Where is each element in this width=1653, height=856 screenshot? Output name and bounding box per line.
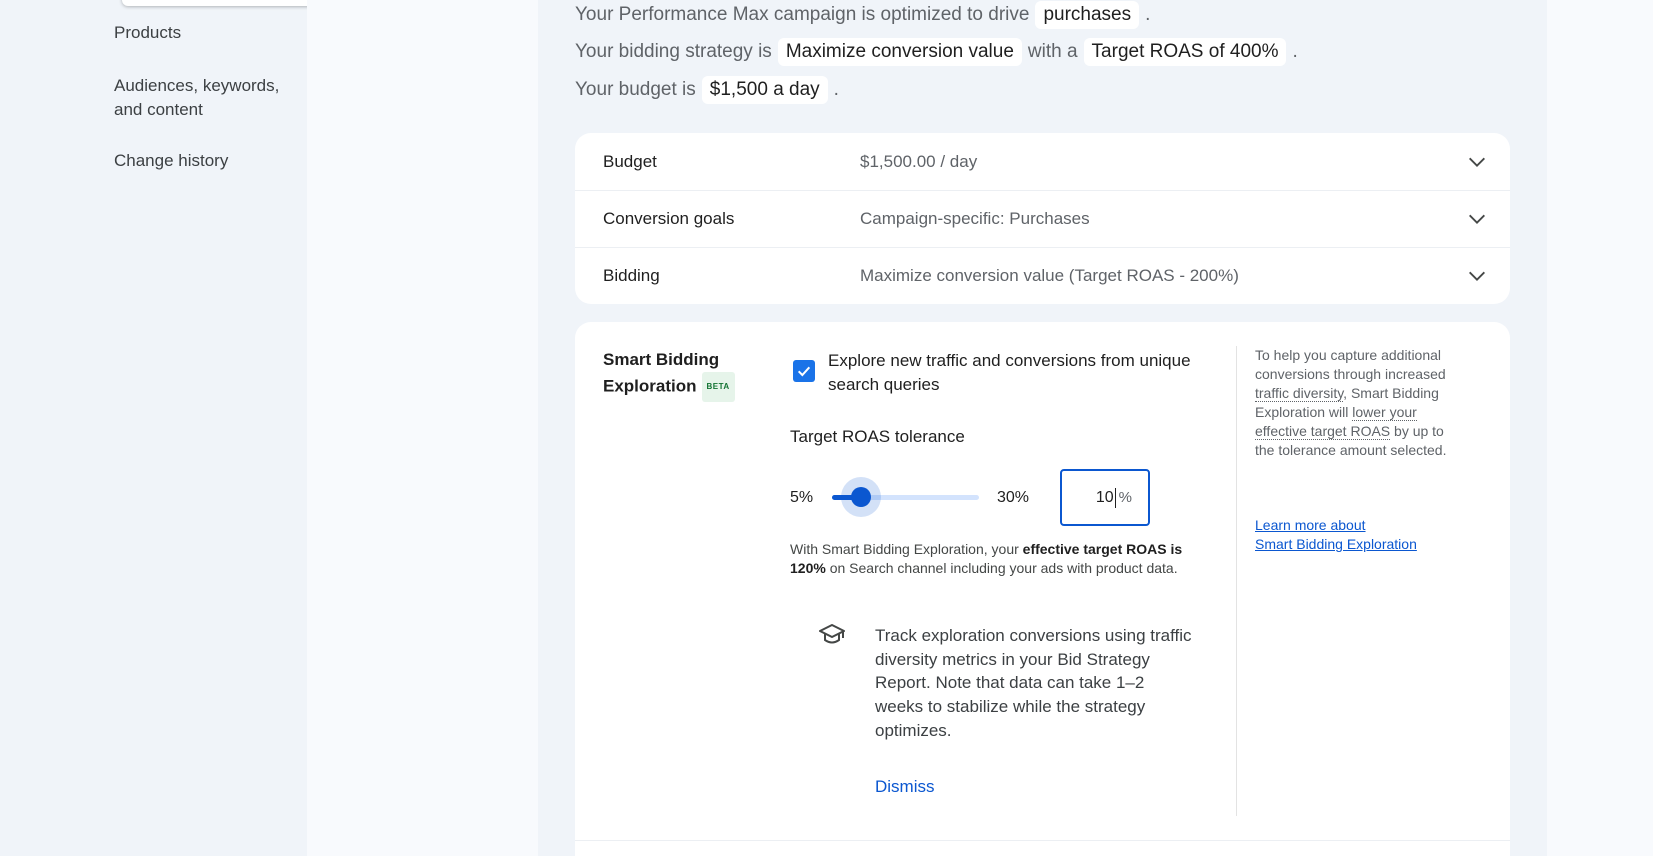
row-value: Campaign-specific: Purchases [860,208,1090,228]
chevron-down-icon[interactable] [1466,151,1488,173]
sbe-title-line1: Smart Bidding [603,350,720,369]
learn-more-line2: Smart Bidding Exploration [1255,536,1417,552]
effective-roas-explanation: With Smart Bidding Exploration, your eff… [790,540,1210,578]
bidding-chip: Maximize conversion value [777,38,1022,66]
summary-period: . [833,79,839,100]
summary-text: with a [1027,41,1078,62]
slider-min-label: 5% [790,489,814,506]
goal-chip: purchases [1035,1,1140,29]
beta-badge: BETA [701,372,735,402]
tolerance-input-value: 10 [1095,488,1114,506]
summary-period: . [1145,4,1151,25]
summary-text: Your bidding strategy is [575,41,772,62]
explain-text: With Smart Bidding Exploration, your [790,541,1023,557]
slider-max-label: 30% [997,489,1030,506]
summary-budget: Your budget is $1,500 a day . [575,74,839,106]
explain-text: on Search channel including your ads wit… [825,560,1178,576]
traffic-diversity-term[interactable]: traffic diversity [1255,385,1344,402]
left-navigation: Products Audiences, keywords, and conten… [0,0,372,856]
summary-period: . [1292,41,1298,62]
check-icon [797,366,811,377]
explore-checkbox-label[interactable]: Explore new traffic and conversions from… [828,349,1218,397]
settings-row-conversion-goals[interactable]: Conversion goals Campaign-specific: Purc… [575,190,1510,247]
secondary-panel [307,0,538,856]
tolerance-title: Target ROAS tolerance [790,427,965,446]
tolerance-input-unit: % [1118,489,1132,506]
vertical-divider [1236,346,1237,816]
nav-item-audiences[interactable]: Audiences, keywords, and content [114,74,294,122]
row-value: $1,500.00 / day [860,151,978,171]
graduation-cap-icon [819,624,845,644]
row-label: Budget [603,151,657,171]
summary-bidding: Your bidding strategy is Maximize conver… [575,36,1298,68]
tip-text: Track exploration conversions using traf… [875,626,1192,740]
chevron-down-icon[interactable] [1466,208,1488,230]
row-label: Conversion goals [603,208,735,228]
dismiss-button[interactable]: Dismiss [875,777,935,797]
nav-item-products[interactable]: Products [114,21,294,45]
help-text: To help you capture additional conversio… [1255,347,1446,382]
right-gutter [1547,0,1653,856]
chevron-down-icon[interactable] [1466,265,1488,287]
side-help-text: To help you capture additional conversio… [1255,346,1455,460]
smart-bidding-exploration-card: Smart Bidding Exploration BETA Explore ne… [575,322,1510,856]
row-value: Maximize conversion value (Target ROAS -… [860,265,1239,285]
budget-chip: $1,500 a day [701,76,828,104]
text-caret [1114,487,1116,508]
settings-row-bidding[interactable]: Bidding Maximize conversion value (Targe… [575,247,1510,304]
settings-row-budget[interactable]: Budget $1,500.00 / day [575,133,1510,190]
roas-chip: Target ROAS of 400% [1083,38,1287,66]
tolerance-input[interactable]: 10% [1060,469,1150,526]
learn-more-line1: Learn more about [1255,517,1366,533]
summary-goal: Your Performance Max campaign is optimiz… [575,0,1150,31]
learn-more-link[interactable]: Learn more about Smart Bidding Explorati… [1255,516,1455,554]
row-label: Bidding [603,265,660,285]
card-bottom-divider [575,840,1510,841]
summary-text: Your Performance Max campaign is optimiz… [575,4,1030,25]
nav-item-change-history[interactable]: Change history [114,149,294,173]
sbe-title: Smart Bidding Exploration BETA [603,348,763,402]
summary-text: Your budget is [575,79,696,100]
explore-checkbox[interactable] [793,360,815,382]
sbe-title-line2: Exploration [603,376,697,396]
settings-card: Budget $1,500.00 / day Conversion goals … [575,133,1510,304]
